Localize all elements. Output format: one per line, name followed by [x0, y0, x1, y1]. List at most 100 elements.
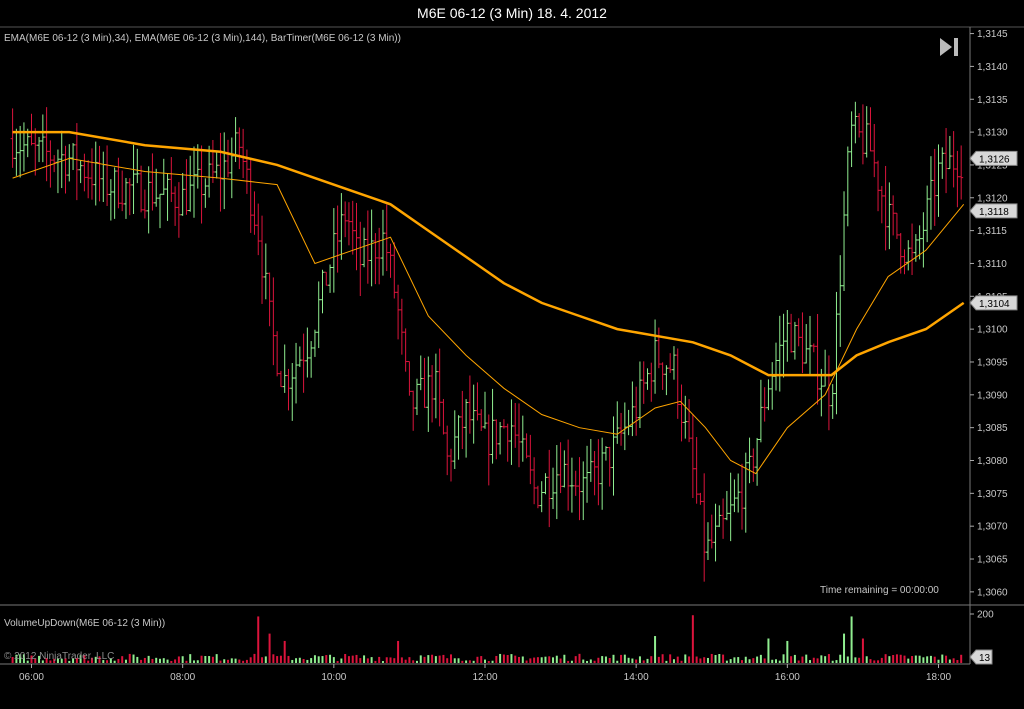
- volume-bar: [279, 655, 282, 663]
- x-tick-label: 14:00: [624, 672, 649, 683]
- x-tick-label: 18:00: [926, 672, 951, 683]
- volume-bar: [869, 659, 872, 663]
- volume-bar: [529, 658, 532, 663]
- volume-bar: [578, 653, 581, 663]
- volume-bar: [608, 658, 611, 663]
- volume-bar: [351, 655, 354, 663]
- volume-bar: [733, 657, 736, 663]
- volume-bar: [245, 659, 248, 663]
- volume-bar: [892, 655, 895, 663]
- volume-bar: [729, 659, 732, 663]
- volume-bar: [907, 658, 910, 663]
- y-tick-label: 1,3060: [977, 587, 1008, 598]
- volume-bar: [559, 658, 562, 663]
- volume-bar: [956, 660, 959, 663]
- volume-bar: [468, 660, 471, 663]
- volume-bar: [895, 654, 898, 663]
- volume-bar: [306, 659, 309, 663]
- volume-bar: [669, 654, 672, 663]
- volume-bar: [276, 656, 279, 663]
- volume-bar: [193, 660, 195, 663]
- volume-bar: [340, 658, 343, 663]
- volume-bar: [960, 654, 963, 663]
- volume-bar: [824, 656, 827, 663]
- y-tick-label: 1,3070: [977, 522, 1008, 533]
- volume-bar: [926, 656, 929, 663]
- volume-bar: [816, 658, 819, 663]
- volume-bar: [941, 654, 944, 663]
- volume-bar: [676, 656, 679, 663]
- chart-title: M6E 06-12 (3 Min) 18. 4. 2012: [417, 5, 607, 21]
- volume-bar: [631, 658, 634, 663]
- volume-bar: [718, 653, 721, 663]
- volume-bar: [672, 659, 675, 663]
- volume-bar: [843, 633, 846, 663]
- chart-window: 1,3060 1,3065 1,3070 1,3075 1,3080 1,3085 1,30…: [0, 0, 1024, 709]
- volume-bar: [839, 654, 842, 663]
- volume-bar: [922, 657, 925, 663]
- volume-bar: [911, 656, 914, 663]
- volume-bar: [548, 656, 551, 663]
- volume-bar: [589, 659, 592, 663]
- volume-bar: [253, 653, 256, 663]
- volume-bar: [359, 658, 362, 663]
- volume-bar: [385, 657, 388, 663]
- volume-bar: [397, 640, 400, 663]
- y-tick-label: 1,3145: [977, 29, 1008, 40]
- volume-bar: [208, 656, 211, 663]
- volume-bar: [196, 660, 199, 663]
- volume-bar: [846, 656, 849, 663]
- volume-bar: [710, 653, 713, 663]
- volume-bar: [525, 660, 528, 663]
- volume-bar: [918, 655, 921, 663]
- volume-bar: [797, 660, 800, 663]
- volume-bar: [540, 657, 543, 663]
- volume-bar: [877, 660, 880, 663]
- volume-bar: [725, 660, 728, 663]
- volume-bar: [778, 660, 781, 663]
- volume-bar: [616, 660, 619, 663]
- volume-bar: [771, 659, 774, 663]
- volume-bar: [272, 654, 275, 663]
- volume-bar: [415, 660, 418, 663]
- volume-bar: [722, 654, 725, 663]
- volume-bar: [155, 657, 158, 663]
- volume-bar: [249, 657, 252, 663]
- volume-bar: [427, 655, 430, 663]
- chart-canvas[interactable]: 1,3060 1,3065 1,3070 1,3075 1,3080 1,3085 1,30…: [0, 0, 1024, 709]
- volume-bar: [805, 654, 808, 663]
- volume-bar: [121, 656, 124, 663]
- volume-bar: [147, 655, 150, 663]
- volume-bar: [650, 656, 653, 663]
- volume-bar: [654, 636, 657, 663]
- volume-bar: [714, 655, 717, 663]
- volume-bar: [790, 656, 793, 663]
- volume-bar: [487, 660, 490, 663]
- volume-bar: [347, 656, 350, 663]
- volume-bar: [586, 660, 589, 663]
- volume-bar: [740, 660, 743, 663]
- volume-bar: [514, 655, 517, 663]
- ema-34-line: [12, 157, 965, 475]
- volume-bar: [310, 658, 313, 663]
- volume-bar: [257, 616, 260, 663]
- volume-bar: [472, 660, 475, 663]
- x-tick-label: 06:00: [19, 672, 44, 683]
- volume-bar: [302, 659, 305, 663]
- volume-bar: [691, 615, 694, 663]
- volume-bar: [363, 655, 366, 663]
- volume-bar: [442, 654, 445, 663]
- skip-forward-icon-shape: [940, 38, 958, 56]
- volume-bar: [763, 658, 766, 663]
- volume-bar: [227, 659, 230, 663]
- volume-marker-label: 13: [979, 653, 991, 664]
- volume-bar: [449, 654, 452, 663]
- volume-bar: [536, 657, 539, 663]
- volume-bar: [706, 657, 709, 663]
- y-tick-label: 1,3085: [977, 423, 1008, 434]
- volume-bar: [873, 660, 876, 663]
- volume-bar: [812, 657, 815, 663]
- volume-bar: [937, 659, 940, 663]
- skip-forward-icon[interactable]: [938, 37, 962, 57]
- y-tick-label: 1,3100: [977, 325, 1008, 336]
